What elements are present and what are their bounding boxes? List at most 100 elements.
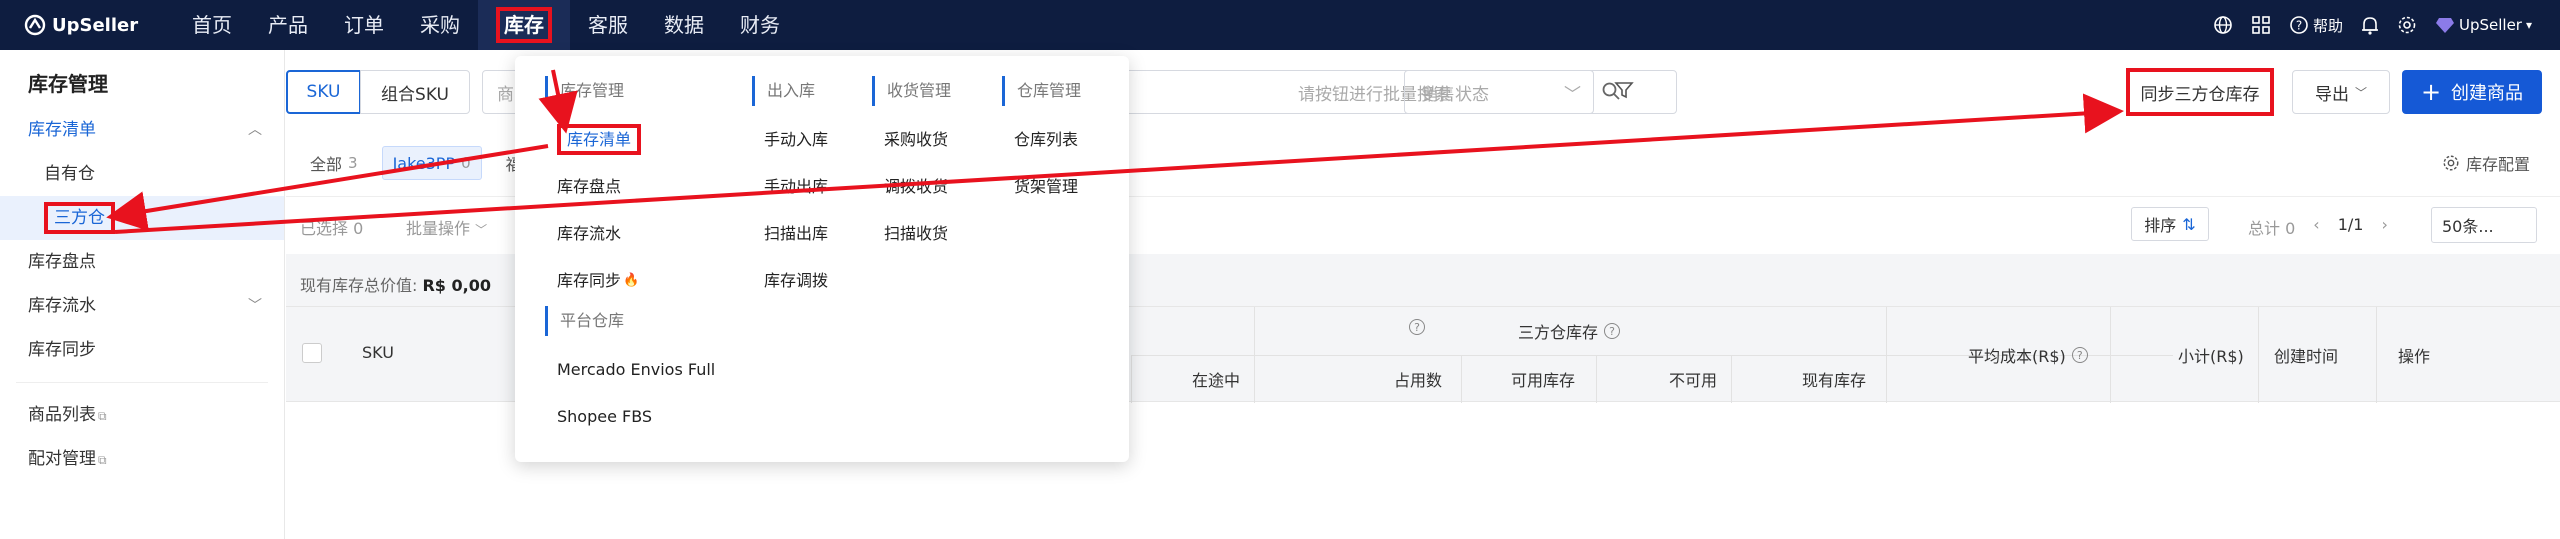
sort-label: 排序 bbox=[2144, 216, 2177, 235]
menu-item-stock-flow[interactable]: 库存流水 bbox=[545, 210, 715, 257]
gear-icon[interactable] bbox=[2397, 15, 2417, 35]
page-size-select[interactable]: 50条... bbox=[2431, 207, 2537, 243]
nav-customer-service[interactable]: 客服 bbox=[570, 0, 646, 50]
tab-sku[interactable]: SKU bbox=[286, 70, 361, 114]
tab-all[interactable]: 全部 3 bbox=[300, 146, 368, 180]
sidebar: 库存管理 库存清单 ︿ 自有仓 三方仓 库存盘点 库存流水 ﹀ 库存同步 商品列… bbox=[0, 50, 285, 539]
chevron-down-icon: ﹀ bbox=[2354, 85, 2367, 100]
create-product-button[interactable]: + 创建商品 bbox=[2402, 70, 2542, 114]
column-divider bbox=[1131, 355, 1132, 403]
menu-item-manual-outbound[interactable]: 手动出库 bbox=[752, 163, 828, 210]
selected-label: 已选择 bbox=[300, 219, 349, 238]
prev-page-icon[interactable]: ‹ bbox=[2313, 215, 2319, 239]
help-link[interactable]: ? 帮助 bbox=[2289, 15, 2343, 36]
menu-item-inventory-list[interactable]: 库存清单 bbox=[545, 116, 715, 163]
menu-col-in-out: 出入库 手动入库 手动出库 扫描出库 库存调拨 bbox=[752, 76, 828, 304]
nav-orders[interactable]: 订单 bbox=[326, 0, 402, 50]
menu-item-stock-transfer[interactable]: 库存调拨 bbox=[752, 257, 828, 304]
selected-indicator: 已选择 0 bbox=[300, 215, 363, 239]
main-nav: 首页 产品 订单 采购 库存 客服 数据 财务 bbox=[174, 0, 798, 50]
menu-item-transfer-receiving[interactable]: 调拨收货 bbox=[872, 163, 951, 210]
help-icon: ? bbox=[2290, 16, 2308, 34]
sidebar-item-label: 商品列表 bbox=[28, 405, 96, 425]
col-unavailable: 不可用 bbox=[1669, 371, 1718, 390]
col-sku[interactable]: SKU bbox=[362, 343, 394, 362]
next-page-icon[interactable]: › bbox=[2381, 215, 2387, 239]
export-button[interactable]: 导出 ﹀ bbox=[2292, 70, 2390, 114]
sidebar-item-stock-flow[interactable]: 库存流水 ﹀ bbox=[0, 284, 284, 328]
tab-label: Jake3PP bbox=[392, 153, 456, 173]
menu-item-shelf-mgmt[interactable]: 货架管理 bbox=[1002, 163, 1081, 210]
menu-item-shopee-fbs[interactable]: Shopee FBS bbox=[545, 393, 715, 440]
gear-icon bbox=[2443, 155, 2459, 171]
menu-group-heading: 出入库 bbox=[752, 76, 828, 106]
menu-item-label: 库存同步 bbox=[557, 271, 622, 290]
nav-home[interactable]: 首页 bbox=[174, 0, 250, 50]
svg-text:?: ? bbox=[2296, 19, 2302, 33]
select-all-checkbox[interactable] bbox=[302, 343, 322, 363]
stock-value-label: 现有库存总价值: bbox=[300, 276, 423, 295]
nav-data[interactable]: 数据 bbox=[646, 0, 722, 50]
menu-item-stock-sync[interactable]: 库存同步 🔥 bbox=[545, 257, 715, 304]
chevron-down-icon: ▾ bbox=[2525, 18, 2532, 32]
external-link-icon: ⧉ bbox=[98, 409, 107, 423]
column-divider bbox=[1731, 355, 1732, 403]
sidebar-item-stock-sync[interactable]: 库存同步 bbox=[0, 328, 284, 372]
tab-label: 全部 bbox=[310, 155, 343, 174]
stock-config-link[interactable]: 库存配置 bbox=[2442, 146, 2530, 180]
menu-item-stock-check[interactable]: 库存盘点 bbox=[545, 163, 715, 210]
help-label: 帮助 bbox=[2312, 16, 2343, 35]
col-available: 可用库存 bbox=[1511, 371, 1576, 390]
nav-inventory[interactable]: 库存 bbox=[478, 0, 570, 50]
nav-purchasing[interactable]: 采购 bbox=[402, 0, 478, 50]
column-divider bbox=[1254, 307, 1255, 403]
sidebar-item-own-warehouse[interactable]: 自有仓 bbox=[0, 152, 284, 196]
menu-col-warehouse-mgmt: 仓库管理 仓库列表 货架管理 bbox=[1002, 76, 1081, 210]
sidebar-item-pairing[interactable]: 配对管理 ⧉ bbox=[0, 437, 284, 481]
sidebar-item-product-list[interactable]: 商品列表 ⧉ bbox=[0, 393, 284, 437]
nav-inventory-label: 库存 bbox=[496, 7, 552, 43]
menu-col-inventory-mgmt: 库存管理 库存清单 库存盘点 库存流水 库存同步 🔥 平台仓库 Mercado E… bbox=[545, 76, 715, 440]
tab-combo-sku[interactable]: 组合SKU bbox=[360, 70, 470, 114]
sidebar-item-inventory-list[interactable]: 库存清单 ︿ bbox=[0, 108, 284, 152]
chevron-down-icon: ﹀ bbox=[475, 223, 488, 237]
total-count: 0 bbox=[2285, 219, 2296, 238]
upseller-logo-icon bbox=[24, 14, 46, 36]
menu-item-warehouse-list[interactable]: 仓库列表 bbox=[1002, 116, 1081, 163]
column-divider bbox=[1461, 355, 1462, 403]
sales-status-select[interactable]: 销售状态 ﹀ bbox=[1404, 70, 1594, 114]
tab-count: 3 bbox=[348, 154, 358, 172]
menu-item-manual-inbound[interactable]: 手动入库 bbox=[752, 116, 828, 163]
globe-icon[interactable] bbox=[2213, 15, 2233, 35]
apps-grid-icon[interactable] bbox=[2251, 15, 2271, 35]
sidebar-item-third-party-warehouse[interactable]: 三方仓 bbox=[0, 196, 284, 240]
sort-icon: ⇅ bbox=[2182, 214, 2196, 234]
menu-item-scan-outbound[interactable]: 扫描出库 bbox=[752, 210, 828, 257]
app-window: UpSeller 首页 产品 订单 采购 库存 客服 数据 财务 ? 帮助 Up… bbox=[0, 0, 2560, 539]
sync-third-party-stock-button[interactable]: 同步三方仓库存 bbox=[2126, 68, 2274, 116]
filter-icon[interactable] bbox=[1614, 80, 1634, 104]
nav-products[interactable]: 产品 bbox=[250, 0, 326, 50]
menu-item-scan-receiving[interactable]: 扫描收货 bbox=[872, 210, 951, 257]
sidebar-item-label: 库存流水 bbox=[28, 296, 96, 316]
account-menu[interactable]: UpSeller ▾ bbox=[2435, 16, 2532, 34]
menu-item-purchase-receiving[interactable]: 采购收货 bbox=[872, 116, 951, 163]
app-logo[interactable]: UpSeller bbox=[24, 14, 174, 36]
batch-operations-dropdown[interactable]: 批量操作 ﹀ bbox=[406, 215, 487, 239]
bell-icon[interactable] bbox=[2361, 15, 2379, 35]
menu-item-label: 库存清单 bbox=[557, 124, 642, 155]
sidebar-item-stock-check[interactable]: 库存盘点 bbox=[0, 240, 284, 284]
nav-finance[interactable]: 财务 bbox=[722, 0, 798, 50]
tab-jake3pp[interactable]: Jake3PP 0 bbox=[381, 146, 482, 180]
page-indicator: 1/1 bbox=[2337, 215, 2364, 234]
help-icon: ? bbox=[1403, 319, 1425, 335]
flame-icon: 🔥 bbox=[623, 273, 640, 288]
sidebar-divider bbox=[16, 382, 268, 383]
external-link-icon: ⧉ bbox=[98, 453, 107, 467]
col-created: 创建时间 bbox=[2274, 347, 2339, 366]
col-in-transit: 在途中 bbox=[1192, 371, 1241, 390]
menu-item-mercado-envios-full[interactable]: Mercado Envios Full bbox=[545, 346, 715, 393]
column-divider bbox=[2376, 307, 2377, 403]
column-divider bbox=[1596, 355, 1597, 403]
sort-button[interactable]: 排序 ⇅ bbox=[2131, 207, 2209, 241]
